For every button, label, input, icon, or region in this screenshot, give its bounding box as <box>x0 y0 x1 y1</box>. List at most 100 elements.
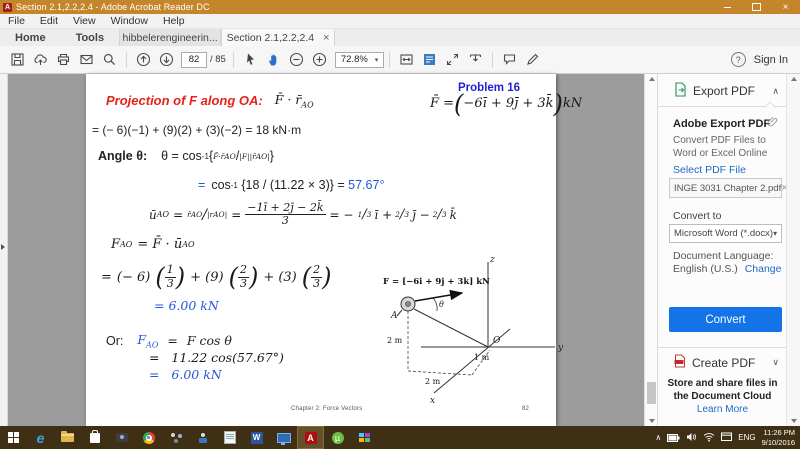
expand-chevron-icon[interactable]: ∨ <box>772 357 779 368</box>
cursor-icon <box>243 52 258 67</box>
tray-expand-chevron-icon[interactable]: ∧ <box>655 433 661 442</box>
toolbar-separator <box>389 52 390 68</box>
projection-title-line: Projection of F along OA: F̄ · r̄AO <box>106 92 314 110</box>
collapse-chevron-icon[interactable]: ∧ <box>772 86 779 97</box>
pulley-hub <box>406 302 411 307</box>
taskbar-molecule-app[interactable] <box>162 426 189 449</box>
molecule-icon <box>171 433 175 437</box>
restore-button[interactable] <box>742 0 771 14</box>
tools-pane: Export PDF ∧ Adobe Export PDF Convert PD… <box>657 74 787 426</box>
email-button[interactable] <box>75 50 98 69</box>
battery-icon[interactable] <box>667 429 680 447</box>
fit-width-button[interactable] <box>395 50 418 69</box>
scroll-up-icon[interactable] <box>791 77 797 81</box>
menu-item-help[interactable]: Help <box>163 15 185 27</box>
doc-tab-hibbeler[interactable]: hibbelerengineerin... <box>119 29 221 46</box>
clock-date: 9/10/2016 <box>762 438 795 448</box>
language-indicator[interactable]: ENG <box>738 433 755 442</box>
taskbar-notepad[interactable] <box>216 426 243 449</box>
convert-button[interactable]: Convert <box>669 307 782 332</box>
taskbar-word[interactable]: W <box>243 426 270 449</box>
projection-title: Projection of F along OA: <box>106 93 263 108</box>
search-button[interactable] <box>98 50 121 69</box>
fullscreen-button[interactable] <box>441 50 464 69</box>
menu-item-edit[interactable]: Edit <box>40 15 58 27</box>
selected-file-chip[interactable]: INGE 3031 Chapter 2.pdf × <box>669 178 782 198</box>
page-view-button[interactable] <box>418 50 441 69</box>
minimize-button[interactable] <box>713 0 742 14</box>
document-area: Problem 16 Projection of F along OA: F̄ … <box>0 74 800 426</box>
page-footer-number: 82 <box>522 406 529 412</box>
export-pdf-header[interactable]: Export PDF <box>693 84 755 98</box>
convert-format-select[interactable]: Microsoft Word (*.docx) ▾ <box>669 224 782 243</box>
open-left-panel-arrow-icon[interactable] <box>1 244 5 250</box>
highlight-button[interactable] <box>521 50 544 69</box>
zoom-in-button[interactable] <box>308 50 331 69</box>
document-scrollbar[interactable] <box>644 74 658 426</box>
start-button[interactable] <box>0 426 27 449</box>
convert-format-value: Microsoft Word (*.docx) <box>674 228 773 239</box>
tab-tools[interactable]: Tools <box>61 29 120 46</box>
adobe-app-icon: A <box>3 3 12 12</box>
taskbar-remote-session[interactable] <box>189 426 216 449</box>
upload-cloud-button[interactable] <box>29 50 52 69</box>
expand-icon <box>445 52 460 67</box>
taskbar-store[interactable] <box>81 426 108 449</box>
title-bar: A Section 2.1,2.2,2.4 - Adobe Acrobat Re… <box>0 0 800 14</box>
tab-bar: Home Tools hibbelerengineerin... Section… <box>0 29 800 46</box>
scrollbar-thumb[interactable] <box>647 382 656 404</box>
presenter-icon <box>468 52 483 67</box>
speaker-icon[interactable] <box>686 429 697 447</box>
tab-close-icon[interactable]: × <box>323 32 329 44</box>
export-description: Convert PDF Files to Word or Excel Onlin… <box>673 134 775 160</box>
scroll-down-icon[interactable] <box>791 419 797 423</box>
cloud-upload-icon <box>33 52 48 67</box>
menu-item-file[interactable]: File <box>8 15 25 27</box>
presentation-button[interactable] <box>464 50 487 69</box>
select-pdf-file-link[interactable]: Select PDF File <box>673 164 746 176</box>
paperclip-icon <box>767 116 778 130</box>
previous-page-button[interactable] <box>132 50 155 69</box>
sidebar-divider <box>658 347 787 348</box>
menu-item-view[interactable]: View <box>73 15 96 27</box>
menu-item-window[interactable]: Window <box>111 15 148 27</box>
taskbar-chrome[interactable] <box>135 426 162 449</box>
dropdown-caret-icon: ▾ <box>773 229 777 238</box>
create-pdf-header[interactable]: Create PDF <box>692 356 755 370</box>
zoom-level-value: 72.8% <box>341 54 368 65</box>
next-page-button[interactable] <box>155 50 178 69</box>
scroll-down-icon[interactable] <box>649 419 655 423</box>
save-button[interactable] <box>6 50 29 69</box>
taskbar-file-explorer[interactable] <box>54 426 81 449</box>
wifi-icon[interactable] <box>703 429 715 447</box>
sign-in-button[interactable]: Sign In <box>754 54 788 66</box>
convert-to-label: Convert to <box>673 210 721 222</box>
taskbar-movie-maker[interactable] <box>351 426 378 449</box>
doc-tab-section-active[interactable]: Section 2.1,2.2,2.4 × <box>221 29 335 46</box>
window-title: Section 2.1,2.2,2.4 - Adobe Acrobat Read… <box>16 2 210 12</box>
taskbar-camera-app[interactable] <box>108 426 135 449</box>
help-icon[interactable]: ? <box>731 52 746 67</box>
zoom-level-select[interactable]: 72.8% ▾ <box>335 52 384 68</box>
learn-more-link[interactable]: Learn More <box>697 404 748 415</box>
taskbar-utorrent[interactable]: µ <box>324 426 351 449</box>
comment-button[interactable] <box>498 50 521 69</box>
hand-tool-button[interactable] <box>262 50 285 69</box>
change-language-link[interactable]: Change <box>745 263 782 275</box>
unit-vector-line: ūAO = r̄AO/|rAO| = −1ī + 2j̄ − 2k̄3 = − … <box>149 202 457 227</box>
taskbar-edge[interactable]: e <box>27 426 54 449</box>
taskbar-pc-settings[interactable] <box>270 426 297 449</box>
tab-home[interactable]: Home <box>0 29 61 46</box>
scroll-up-icon[interactable] <box>649 77 655 81</box>
print-button[interactable] <box>52 50 75 69</box>
select-tool-button[interactable] <box>239 50 262 69</box>
page-number-input[interactable] <box>181 52 207 68</box>
taskbar-adobe-reader-active[interactable]: A <box>297 426 324 449</box>
close-button[interactable]: × <box>771 0 800 14</box>
sidebar-scrollbar[interactable] <box>786 74 800 426</box>
projection-calculation: = (− 6)(−1) + (9)(2) + (3)(−2) = 18 kN·m <box>92 123 301 137</box>
folder-icon <box>61 433 74 442</box>
zoom-out-button[interactable] <box>285 50 308 69</box>
taskbar-clock[interactable]: 11:26 PM 9/10/2016 <box>762 428 795 448</box>
action-center-icon[interactable] <box>721 429 732 447</box>
